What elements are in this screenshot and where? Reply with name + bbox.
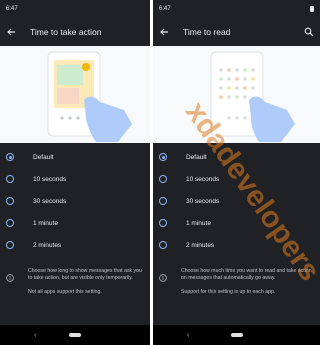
radio-button-selected[interactable] [6,153,14,161]
info-icon [159,269,167,282]
option-2-minutes[interactable]: 2 minutes [0,234,150,256]
info-line: Not all apps support this setting. [28,289,102,295]
battery-icon [310,6,314,12]
radio-button[interactable] [6,175,14,183]
page-title: Time to take action [30,27,102,37]
radio-button[interactable] [159,241,167,249]
nav-back-icon[interactable]: ‹ [34,332,36,339]
radio-button[interactable] [6,197,14,205]
option-label: Default [186,153,207,161]
page-title: Time to read [183,27,231,37]
info-description: Choose how long to show messages that as… [28,268,144,303]
back-arrow-icon[interactable] [159,27,169,37]
option-label: 2 minutes [186,241,215,249]
option-30-seconds[interactable]: 30 seconds [0,190,150,212]
option-label: 10 seconds [33,175,67,183]
info-line: Choose how much time you want to read an… [181,268,312,281]
option-10-seconds[interactable]: 10 seconds [0,168,150,190]
radio-button[interactable] [159,197,167,205]
timing-options: Default 10 seconds 30 seconds 1 minute 2… [153,143,320,256]
info-section: Choose how long to show messages that as… [0,256,150,303]
home-pill-icon[interactable] [230,333,243,337]
app-bar: Time to read [153,18,320,46]
option-default[interactable]: Default [0,146,150,168]
option-label: 30 seconds [186,197,220,205]
nav-bar: ‹ [0,325,150,345]
nav-bar: ‹ [153,325,320,345]
status-bar: 6:47 [153,0,320,18]
info-line: Choose how long to show messages that as… [28,268,142,281]
option-label: 1 minute [33,219,58,227]
right-screen: 6:47 Time to read Default 10 seconds 30 … [153,0,320,345]
option-2-minutes[interactable]: 2 minutes [153,234,320,256]
option-10-seconds[interactable]: 10 seconds [153,168,320,190]
radio-button-selected[interactable] [159,153,167,161]
illustration [153,46,320,143]
radio-button[interactable] [6,241,14,249]
option-1-minute[interactable]: 1 minute [0,212,150,234]
option-1-minute[interactable]: 1 minute [153,212,320,234]
nav-back-icon[interactable]: ‹ [187,332,189,339]
radio-button[interactable] [159,175,167,183]
info-icon [6,269,14,282]
home-pill-icon[interactable] [69,333,81,337]
option-label: 10 seconds [186,175,220,183]
option-30-seconds[interactable]: 30 seconds [153,190,320,212]
option-label: 2 minutes [33,241,62,249]
timing-options: Default 10 seconds 30 seconds 1 minute 2… [0,143,150,256]
status-time: 6:47 [159,6,171,12]
option-label: 1 minute [186,219,211,227]
option-label: Default [33,153,54,161]
option-label: 30 seconds [33,197,67,205]
search-icon[interactable] [304,27,314,37]
status-time: 6:47 [6,6,18,12]
status-bar: 6:47 [0,0,150,18]
option-default[interactable]: Default [153,146,320,168]
info-description: Choose how much time you want to read an… [181,268,314,303]
back-arrow-icon[interactable] [6,27,16,37]
left-screen: 6:47 Time to take action Default 10 seco… [0,0,150,345]
app-bar: Time to take action [0,18,150,46]
illustration [0,46,150,143]
radio-button[interactable] [6,219,14,227]
info-line: Support for this setting is up to each a… [181,289,276,295]
radio-button[interactable] [159,219,167,227]
info-section: Choose how much time you want to read an… [153,256,320,303]
